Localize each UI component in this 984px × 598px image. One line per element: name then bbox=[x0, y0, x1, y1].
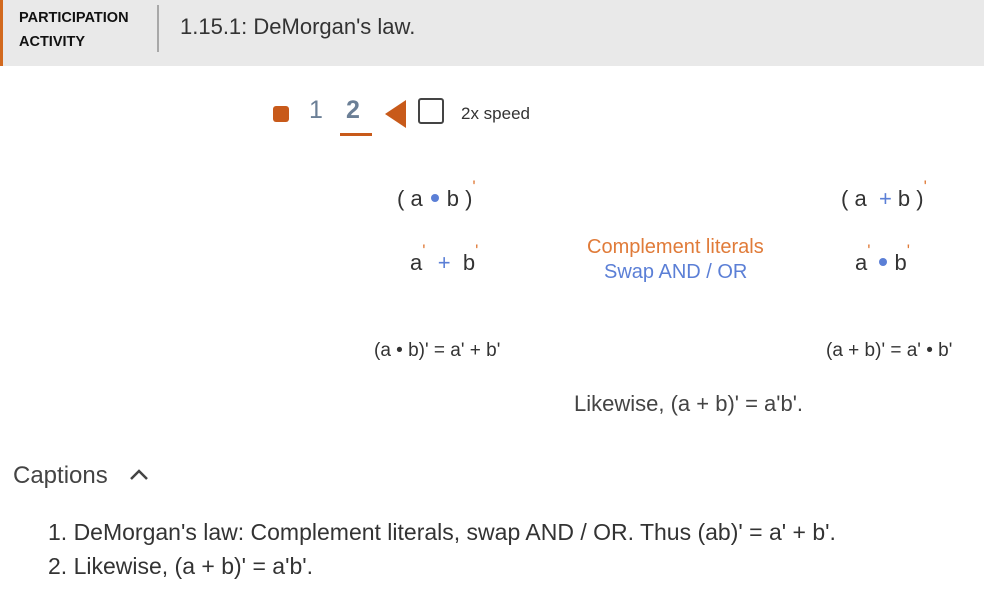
speed-checkbox[interactable] bbox=[418, 98, 444, 124]
caption-item: 2. Likewise, (a + b)' = a'b'. bbox=[48, 553, 314, 579]
left-original-expression: ( ab )' bbox=[397, 177, 476, 211]
step-1-button[interactable]: 1 bbox=[309, 96, 323, 125]
right-original-expression: ( a + b )' bbox=[841, 177, 927, 211]
chevron-up-icon bbox=[130, 469, 148, 480]
activity-title: 1.15.1: DeMorgan's law. bbox=[180, 14, 416, 39]
speed-label: 2x speed bbox=[461, 104, 530, 123]
swap-note: Swap AND / OR bbox=[604, 261, 748, 283]
right-result: (a + b)' = a' • b' bbox=[826, 340, 953, 361]
activity-type-label: Participation Activity bbox=[19, 10, 129, 50]
complement-note: Complement literals bbox=[587, 236, 764, 258]
right-expanded-expression: a' b' bbox=[855, 241, 910, 275]
activity-header: Participation Activity 1.15.1: DeMorgan'… bbox=[0, 0, 984, 66]
current-step-indicator bbox=[340, 133, 372, 136]
caption-item: 1. DeMorgan's law: Complement literals, … bbox=[48, 519, 836, 545]
animation-controls: 1 2 2x speed bbox=[0, 96, 984, 136]
likewise-text: Likewise, (a + b)' = a'b'. bbox=[574, 391, 804, 416]
left-expanded-expression: a' + b' bbox=[410, 241, 479, 275]
header-divider bbox=[157, 5, 159, 52]
captions-toggle[interactable]: Captions bbox=[13, 462, 148, 490]
stop-button[interactable] bbox=[273, 106, 289, 122]
captions-label: Captions bbox=[13, 462, 108, 489]
left-result: (a • b)' = a' + b' bbox=[374, 340, 501, 361]
play-back-icon[interactable] bbox=[384, 99, 408, 129]
caption-list: 1. DeMorgan's law: Complement literals, … bbox=[48, 515, 836, 583]
step-2-button[interactable]: 2 bbox=[346, 96, 360, 125]
and-dot bbox=[878, 258, 887, 267]
and-dot bbox=[430, 194, 439, 203]
